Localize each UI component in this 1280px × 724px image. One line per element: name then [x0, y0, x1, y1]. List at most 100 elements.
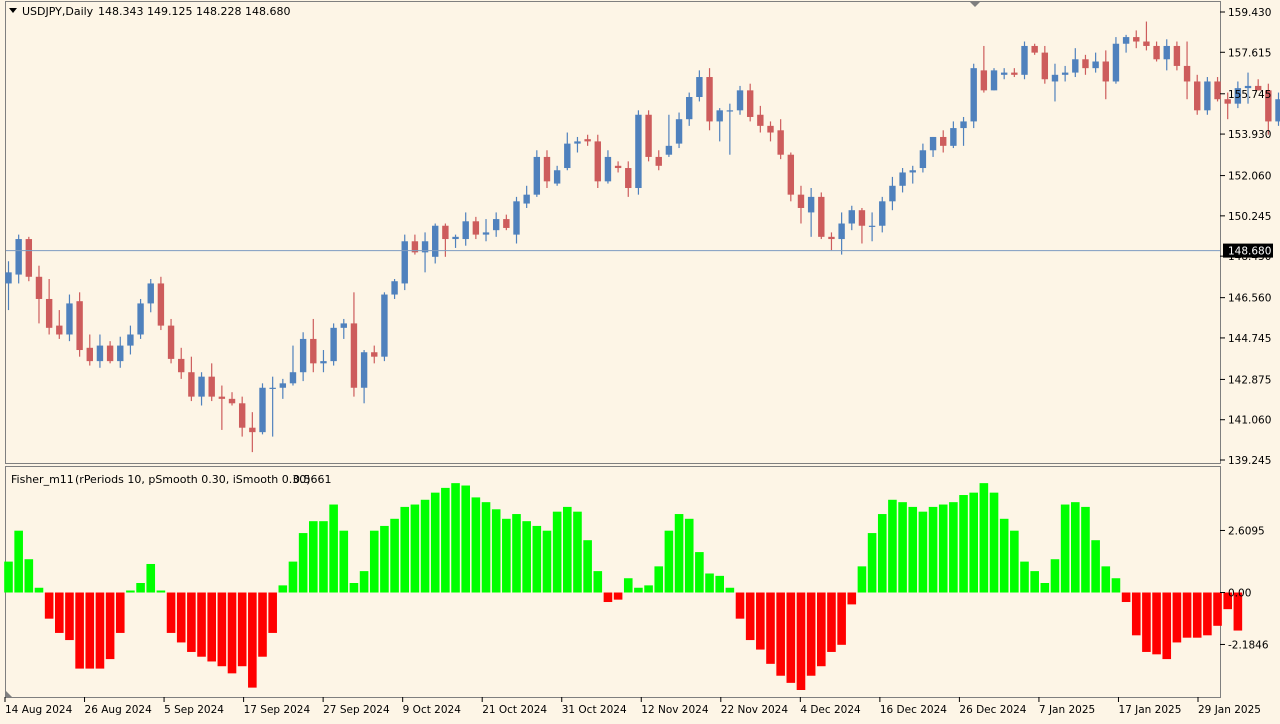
- candle-body: [1041, 52, 1049, 80]
- candle: [76, 292, 83, 357]
- histogram-bar: [410, 504, 420, 593]
- histogram-bar: [827, 592, 836, 652]
- date-tick-label: 27 Sep 2024: [323, 704, 390, 716]
- histogram-bar: [969, 492, 978, 593]
- histogram-bar: [613, 592, 623, 600]
- candle-body: [594, 141, 601, 182]
- indicator-value: 0.5661: [293, 473, 332, 486]
- candle-body: [15, 239, 22, 275]
- histogram-bar: [400, 506, 410, 593]
- histogram-bar: [684, 518, 694, 593]
- histogram-bar: [258, 592, 267, 657]
- candle-body: [208, 376, 215, 397]
- histogram-bar: [75, 592, 84, 669]
- histogram-bar: [1172, 592, 1182, 643]
- candle-body: [604, 156, 612, 182]
- price-tick-label: 144.745: [1228, 333, 1271, 345]
- candle: [787, 152, 795, 202]
- candle-body: [706, 77, 713, 122]
- candle-body: [371, 352, 378, 357]
- histogram-bar: [278, 585, 288, 593]
- histogram-bar: [471, 497, 481, 593]
- candle-body: [66, 303, 73, 335]
- candle-body: [1143, 41, 1150, 46]
- date-tick-label: 17 Jan 2025: [1118, 704, 1181, 716]
- histogram-bar: [319, 521, 328, 593]
- histogram-bar: [115, 592, 125, 633]
- histogram-bar: [390, 518, 399, 593]
- indicator-tick-label: -2.1846: [1228, 639, 1269, 651]
- histogram-bar: [1030, 571, 1039, 593]
- histogram-bar: [847, 592, 857, 605]
- candle-body: [665, 145, 673, 155]
- histogram-bar: [532, 525, 542, 593]
- candle: [990, 68, 998, 91]
- candle-body: [1112, 43, 1120, 82]
- histogram-bar: [136, 583, 145, 593]
- histogram-bar: [634, 587, 643, 593]
- candle-body: [736, 90, 744, 111]
- histogram-bar: [715, 575, 724, 593]
- histogram-bar: [65, 592, 74, 641]
- candle-body: [929, 136, 937, 151]
- candle: [818, 192, 825, 240]
- candle: [330, 323, 337, 366]
- price-tick-label: 157.615: [1228, 47, 1271, 59]
- histogram-bar: [705, 573, 714, 593]
- histogram-bar: [451, 483, 460, 593]
- candle: [137, 298, 144, 339]
- histogram-bar: [95, 592, 105, 669]
- date-tick-label: 26 Aug 2024: [85, 704, 153, 716]
- candle-body: [797, 194, 805, 208]
- histogram-bar: [999, 518, 1009, 593]
- candle-body: [35, 276, 43, 299]
- candle: [401, 234, 408, 291]
- histogram-bar: [156, 590, 166, 593]
- histogram-bar: [146, 563, 156, 593]
- price-tick-label: 153.930: [1228, 129, 1271, 141]
- histogram-bar: [908, 506, 918, 593]
- candle-body: [381, 294, 388, 357]
- candle-body: [1214, 81, 1221, 100]
- histogram-bar: [756, 592, 765, 650]
- histogram-bar: [664, 530, 674, 593]
- symbol-header: USDJPY,Daily 148.343 149.125 148.228 148…: [9, 5, 290, 18]
- histogram-bar: [1182, 592, 1192, 638]
- candle-body: [492, 219, 500, 231]
- candle-body: [1082, 59, 1089, 69]
- candle: [645, 110, 652, 162]
- histogram-bar: [217, 592, 227, 667]
- current-price-label: 148.680: [1228, 246, 1271, 258]
- histogram-bar: [187, 592, 196, 652]
- candle-body: [147, 283, 154, 304]
- candle-body: [767, 125, 774, 133]
- histogram-bar: [979, 483, 989, 593]
- histogram-bar: [542, 530, 552, 593]
- candle-body: [1244, 85, 1252, 89]
- candle-body: [1183, 65, 1191, 82]
- price-tick-label: 146.560: [1228, 293, 1271, 305]
- candle-body: [340, 323, 347, 328]
- histogram-bar: [491, 509, 501, 593]
- histogram-bar: [857, 566, 867, 593]
- candle: [1021, 41, 1028, 80]
- candle-body: [482, 232, 490, 235]
- histogram-bar: [502, 518, 511, 593]
- chart-canvas: 159.430 157.615 155.745 153.930 152.060 150.2…: [0, 0, 1280, 720]
- histogram-bar: [1040, 583, 1050, 593]
- candle-body: [1163, 45, 1170, 60]
- histogram-bar: [481, 502, 491, 593]
- histogram-bar: [268, 592, 277, 633]
- candle-body: [401, 241, 408, 284]
- candle-body: [360, 352, 368, 388]
- histogram-bar: [512, 514, 521, 593]
- candle-body: [726, 110, 734, 112]
- date-tick-label: 14 Aug 2024: [5, 704, 73, 716]
- histogram-bar: [339, 530, 349, 593]
- candle-body: [279, 383, 287, 388]
- histogram-bar: [126, 590, 135, 593]
- candle-body: [716, 110, 723, 122]
- candle-body: [76, 301, 83, 351]
- candle-body: [879, 201, 886, 226]
- candle-body: [188, 372, 195, 397]
